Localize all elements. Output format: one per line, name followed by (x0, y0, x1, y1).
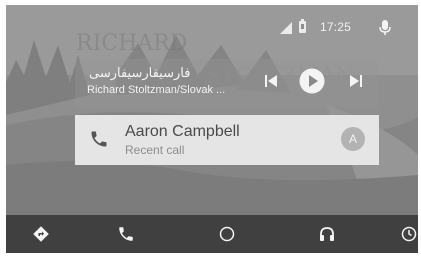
headphones-icon[interactable] (318, 225, 336, 243)
status-bar: 17:25 (278, 19, 418, 39)
home-circle-icon[interactable] (218, 225, 236, 243)
skip-next-icon[interactable] (345, 70, 367, 92)
svg-text:RICHARD: RICHARD (76, 31, 187, 56)
navigation-icon[interactable] (32, 225, 50, 243)
call-status: Recent call (125, 143, 185, 157)
skip-previous-icon[interactable] (260, 70, 282, 92)
battery-icon (299, 19, 306, 33)
signal-icon (280, 22, 292, 34)
now-playing-card[interactable]: فارسیفارسیفارسی Richard Stoltzman/Slovak… (75, 59, 379, 107)
bottom-nav-bar (6, 215, 418, 253)
play-icon[interactable] (299, 68, 325, 94)
phone-icon (91, 131, 107, 147)
recent-call-card[interactable]: Aaron Campbell Recent call A (75, 115, 379, 165)
android-auto-screen: RICHARD STOLTZMAN 17:25 فارسیفارسیفارسی … (6, 5, 418, 253)
microphone-icon[interactable] (378, 20, 392, 36)
track-artist: Richard Stoltzman/Slovak ... (87, 84, 226, 96)
contact-name: Aaron Campbell (125, 123, 240, 140)
overview-icon[interactable] (400, 225, 418, 243)
track-title: فارسیفارسیفارسی (89, 65, 191, 80)
clock: 17:25 (320, 20, 352, 34)
avatar: A (341, 127, 365, 151)
phone-icon[interactable] (117, 225, 135, 243)
